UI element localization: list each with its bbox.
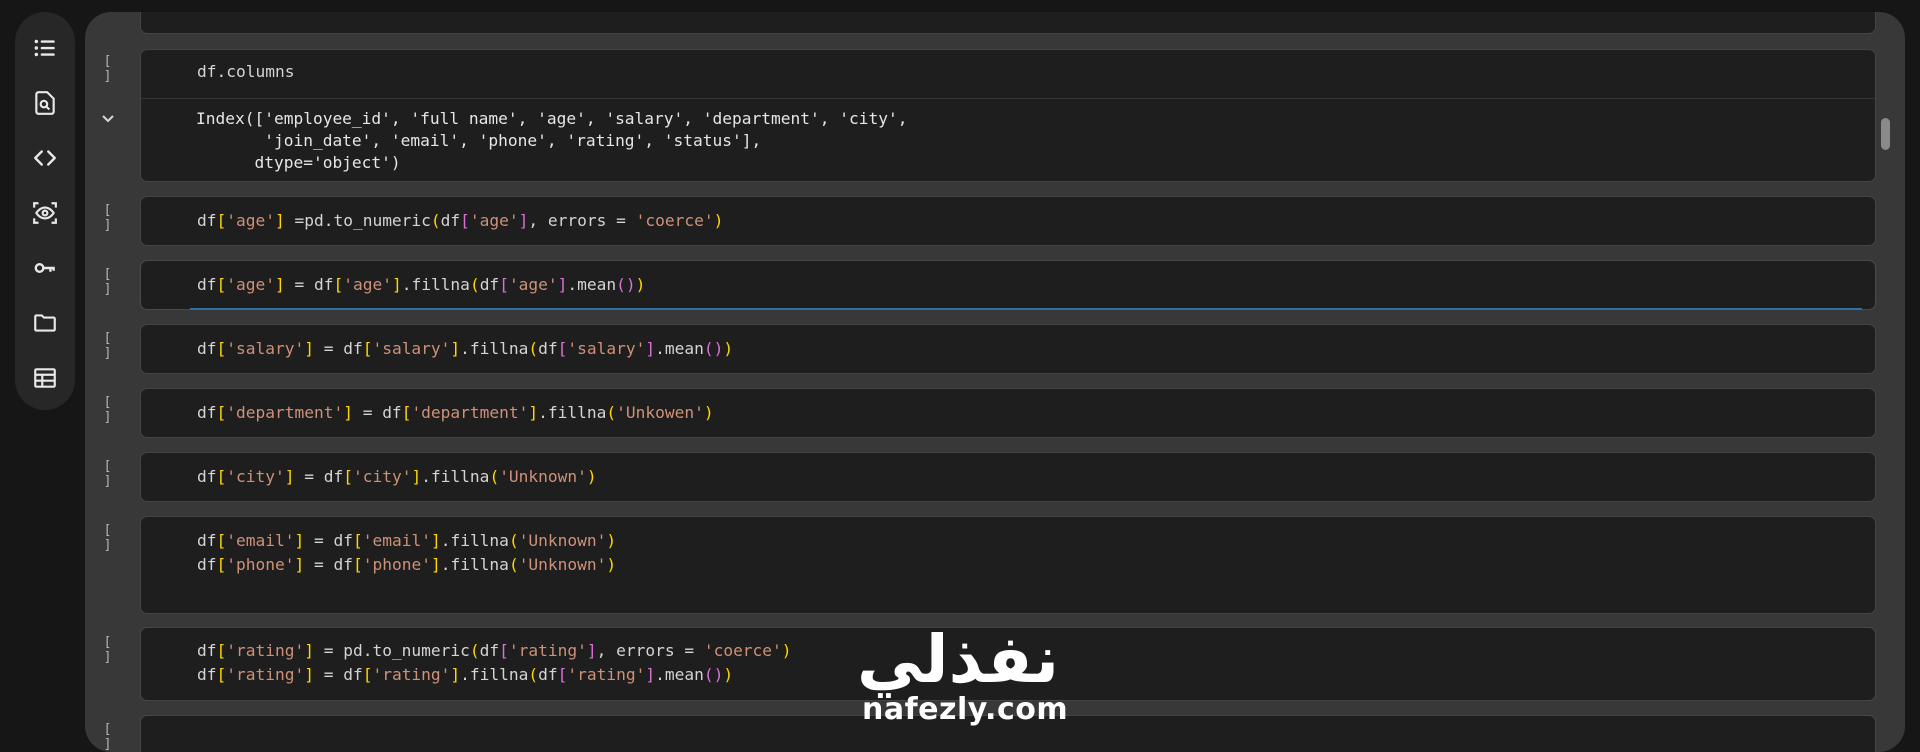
code-snippets-icon [34, 150, 56, 166]
code-editor[interactable]: df['department'] = df['department'].fill… [197, 401, 1863, 425]
variables-inspector-icon [33, 202, 57, 224]
cell-run-button[interactable]: [ ] [97, 203, 119, 233]
code-editor[interactable]: df['email'] = df['email'].fillna('Unknow… [197, 529, 1863, 577]
cell-run-button[interactable]: [ ] [97, 459, 119, 489]
code-cell[interactable]: df.columns Index(['employee_id', 'full n… [140, 49, 1876, 182]
collapse-output-chevron-icon[interactable] [100, 110, 116, 126]
code-cell-focused[interactable]: df['age'] = df['age'].fillna(df['age'].m… [140, 260, 1876, 310]
cell-output: Index(['employee_id', 'full name', 'age'… [196, 109, 908, 172]
code-editor[interactable]: df['age'] = df['age'].fillna(df['age'].m… [197, 273, 1863, 297]
watermark-domain: nafezly.com [862, 692, 1069, 727]
code-cell[interactable]: df['age'] =pd.to_numeric(df['age'], erro… [140, 196, 1876, 246]
cell-run-button[interactable]: [ ] [97, 722, 119, 752]
code-cell[interactable]: df['department'] = df['department'].fill… [140, 388, 1876, 438]
secrets-button[interactable] [29, 252, 61, 284]
find-replace-button[interactable] [29, 87, 61, 119]
find-replace-icon [35, 91, 55, 115]
code-editor[interactable]: df['city'] = df['city'].fillna('Unknown'… [197, 465, 1863, 489]
files-button[interactable] [29, 307, 61, 339]
variables-inspector-button[interactable] [29, 197, 61, 229]
cell-run-button[interactable]: [ ] [97, 54, 119, 84]
code-cell[interactable]: df['email'] = df['email'].fillna('Unknow… [140, 516, 1876, 614]
cell-run-button[interactable]: [ ] [97, 635, 119, 665]
cell-run-button[interactable]: [ ] [97, 395, 119, 425]
editor-focus-line [190, 308, 1862, 310]
cell-run-button[interactable]: [ ] [97, 523, 119, 553]
table-of-contents-button[interactable] [29, 32, 61, 64]
svg-text:نفذلي: نفذلي [857, 622, 1059, 698]
notebook-scrollbar[interactable] [1881, 118, 1890, 150]
files-folder-icon [34, 314, 56, 332]
output-divider [141, 98, 1875, 99]
code-snippets-button[interactable] [29, 142, 61, 174]
code-editor[interactable]: df.columns [197, 60, 1863, 84]
cell-run-button[interactable]: [ ] [97, 267, 119, 297]
left-sidebar [15, 12, 75, 410]
code-editor[interactable]: df['age'] =pd.to_numeric(df['age'], erro… [197, 209, 1863, 233]
code-editor[interactable]: df['salary'] = df['salary'].fillna(df['s… [197, 337, 1863, 361]
code-cell[interactable]: df['city'] = df['city'].fillna('Unknown'… [140, 452, 1876, 502]
secrets-key-icon [34, 263, 55, 273]
cell-run-button[interactable]: [ ] [97, 331, 119, 361]
data-table-icon [34, 368, 56, 388]
code-cell[interactable]: df['salary'] = df['salary'].fillna(df['s… [140, 324, 1876, 374]
table-of-contents-icon [34, 39, 55, 57]
previous-cell[interactable] [140, 12, 1876, 34]
data-table-button[interactable] [29, 362, 61, 394]
